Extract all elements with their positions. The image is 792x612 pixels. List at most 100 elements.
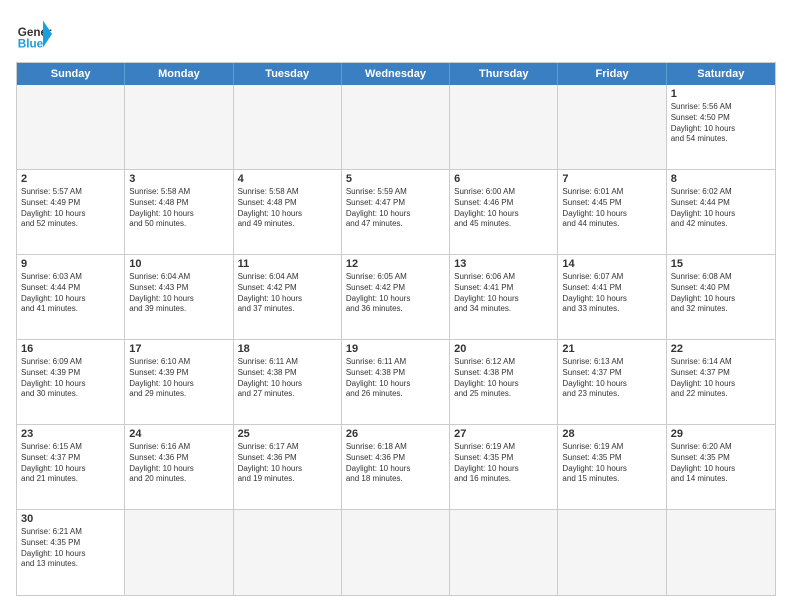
cell-day-number: 8 [671, 173, 771, 185]
calendar-cell: 25 Sunrise: 6:17 AM Sunset: 4:36 PM Dayli… [234, 425, 342, 509]
calendar-cell: 29Sunrise: 6:20 AM Sunset: 4:35 PM Dayli… [667, 425, 775, 509]
calendar-grid: 1Sunrise: 5:56 AM Sunset: 4:50 PM Daylig… [17, 85, 775, 595]
page: General Blue SundayMondayTuesdayWednesda… [0, 0, 792, 612]
calendar-cell: 11Sunrise: 6:04 AM Sunset: 4:42 PM Dayli… [234, 255, 342, 339]
cell-info: Sunrise: 6:06 AM Sunset: 4:41 PM Dayligh… [454, 272, 553, 315]
day-header: Friday [558, 63, 666, 85]
cell-info: Sunrise: 5:56 AM Sunset: 4:50 PM Dayligh… [671, 102, 771, 145]
calendar-cell: 20Sunrise: 6:12 AM Sunset: 4:38 PM Dayli… [450, 340, 558, 424]
calendar-cell: 12 Sunrise: 6:05 AM Sunset: 4:42 PM Dayli… [342, 255, 450, 339]
cell-day-number: 30 [21, 513, 120, 525]
cell-day-number: 22 [671, 343, 771, 355]
cell-day-number: 5 [346, 173, 445, 185]
calendar-cell: 9 Sunrise: 6:03 AM Sunset: 4:44 PM Daylig… [17, 255, 125, 339]
calendar-cell: 15 Sunrise: 6:08 AM Sunset: 4:40 PM Dayli… [667, 255, 775, 339]
calendar-cell [125, 510, 233, 595]
calendar-cell [342, 85, 450, 169]
cell-info: Sunrise: 6:02 AM Sunset: 4:44 PM Dayligh… [671, 187, 771, 230]
calendar-cell: 23Sunrise: 6:15 AM Sunset: 4:37 PM Dayli… [17, 425, 125, 509]
cell-day-number: 2 [21, 173, 120, 185]
cell-day-number: 28 [562, 428, 661, 440]
cell-info: Sunrise: 6:04 AM Sunset: 4:43 PM Dayligh… [129, 272, 228, 315]
cell-info: Sunrise: 6:13 AM Sunset: 4:37 PM Dayligh… [562, 357, 661, 400]
day-headers: SundayMondayTuesdayWednesdayThursdayFrid… [17, 63, 775, 85]
calendar-cell: 6 Sunrise: 6:00 AM Sunset: 4:46 PM Daylig… [450, 170, 558, 254]
cell-day-number: 15 [671, 258, 771, 270]
calendar-cell: 19Sunrise: 6:11 AM Sunset: 4:38 PM Dayli… [342, 340, 450, 424]
calendar-cell: 16 Sunrise: 6:09 AM Sunset: 4:39 PM Dayli… [17, 340, 125, 424]
calendar-cell: 7 Sunrise: 6:01 AM Sunset: 4:45 PM Daylig… [558, 170, 666, 254]
cell-info: Sunrise: 6:00 AM Sunset: 4:46 PM Dayligh… [454, 187, 553, 230]
cell-day-number: 9 [21, 258, 120, 270]
calendar-cell [450, 510, 558, 595]
cell-info: Sunrise: 6:12 AM Sunset: 4:38 PM Dayligh… [454, 357, 553, 400]
day-header: Tuesday [234, 63, 342, 85]
cell-info: Sunrise: 6:05 AM Sunset: 4:42 PM Dayligh… [346, 272, 445, 315]
calendar-cell: 30 Sunrise: 6:21 AM Sunset: 4:35 PM Dayli… [17, 510, 125, 595]
calendar-cell: 8 Sunrise: 6:02 AM Sunset: 4:44 PM Daylig… [667, 170, 775, 254]
calendar-cell [17, 85, 125, 169]
calendar-cell: 13 Sunrise: 6:06 AM Sunset: 4:41 PM Dayli… [450, 255, 558, 339]
cell-info: Sunrise: 5:57 AM Sunset: 4:49 PM Dayligh… [21, 187, 120, 230]
cell-info: Sunrise: 6:03 AM Sunset: 4:44 PM Dayligh… [21, 272, 120, 315]
cell-day-number: 7 [562, 173, 661, 185]
cell-day-number: 10 [129, 258, 228, 270]
calendar-cell: 2 Sunrise: 5:57 AM Sunset: 4:49 PM Daylig… [17, 170, 125, 254]
cell-info: Sunrise: 6:19 AM Sunset: 4:35 PM Dayligh… [562, 442, 661, 485]
calendar-cell [234, 510, 342, 595]
cell-day-number: 21 [562, 343, 661, 355]
calendar-cell: 28 Sunrise: 6:19 AM Sunset: 4:35 PM Dayli… [558, 425, 666, 509]
day-header: Sunday [17, 63, 125, 85]
svg-text:Blue: Blue [18, 38, 44, 51]
cell-info: Sunrise: 6:15 AM Sunset: 4:37 PM Dayligh… [21, 442, 120, 485]
cell-day-number: 24 [129, 428, 228, 440]
cell-day-number: 16 [21, 343, 120, 355]
cell-day-number: 13 [454, 258, 553, 270]
calendar-cell: 21 Sunrise: 6:13 AM Sunset: 4:37 PM Dayli… [558, 340, 666, 424]
cell-info: Sunrise: 6:01 AM Sunset: 4:45 PM Dayligh… [562, 187, 661, 230]
cell-day-number: 14 [562, 258, 661, 270]
cell-day-number: 17 [129, 343, 228, 355]
cell-info: Sunrise: 6:16 AM Sunset: 4:36 PM Dayligh… [129, 442, 228, 485]
calendar-cell: 27 Sunrise: 6:19 AM Sunset: 4:35 PM Dayli… [450, 425, 558, 509]
cell-info: Sunrise: 6:21 AM Sunset: 4:35 PM Dayligh… [21, 527, 120, 570]
calendar-cell [125, 85, 233, 169]
calendar-cell: 26Sunrise: 6:18 AM Sunset: 4:36 PM Dayli… [342, 425, 450, 509]
cell-info: Sunrise: 6:09 AM Sunset: 4:39 PM Dayligh… [21, 357, 120, 400]
cell-day-number: 27 [454, 428, 553, 440]
cell-info: Sunrise: 6:08 AM Sunset: 4:40 PM Dayligh… [671, 272, 771, 315]
cell-info: Sunrise: 6:10 AM Sunset: 4:39 PM Dayligh… [129, 357, 228, 400]
cell-info: Sunrise: 6:07 AM Sunset: 4:41 PM Dayligh… [562, 272, 661, 315]
calendar-cell [450, 85, 558, 169]
logo-icon: General Blue [16, 16, 52, 52]
calendar-cell [667, 510, 775, 595]
calendar-cell [234, 85, 342, 169]
cell-info: Sunrise: 5:59 AM Sunset: 4:47 PM Dayligh… [346, 187, 445, 230]
calendar-cell: 3Sunrise: 5:58 AM Sunset: 4:48 PM Daylig… [125, 170, 233, 254]
cell-info: Sunrise: 6:11 AM Sunset: 4:38 PM Dayligh… [346, 357, 445, 400]
cell-day-number: 25 [238, 428, 337, 440]
day-header: Saturday [667, 63, 775, 85]
day-header: Thursday [450, 63, 558, 85]
cell-day-number: 6 [454, 173, 553, 185]
cell-day-number: 12 [346, 258, 445, 270]
cell-day-number: 3 [129, 173, 228, 185]
cell-day-number: 29 [671, 428, 771, 440]
cell-day-number: 11 [238, 258, 337, 270]
cell-info: Sunrise: 6:17 AM Sunset: 4:36 PM Dayligh… [238, 442, 337, 485]
calendar-cell [342, 510, 450, 595]
cell-info: Sunrise: 5:58 AM Sunset: 4:48 PM Dayligh… [238, 187, 337, 230]
calendar-cell [558, 85, 666, 169]
calendar-row: 1Sunrise: 5:56 AM Sunset: 4:50 PM Daylig… [17, 85, 775, 170]
calendar-row: 30 Sunrise: 6:21 AM Sunset: 4:35 PM Dayli… [17, 510, 775, 595]
calendar-cell: 22Sunrise: 6:14 AM Sunset: 4:37 PM Dayli… [667, 340, 775, 424]
cell-info: Sunrise: 6:19 AM Sunset: 4:35 PM Dayligh… [454, 442, 553, 485]
header: General Blue [16, 16, 776, 52]
calendar-cell: 10 Sunrise: 6:04 AM Sunset: 4:43 PM Dayli… [125, 255, 233, 339]
day-header: Wednesday [342, 63, 450, 85]
calendar-cell: 17 Sunrise: 6:10 AM Sunset: 4:39 PM Dayli… [125, 340, 233, 424]
calendar-row: 16 Sunrise: 6:09 AM Sunset: 4:39 PM Dayli… [17, 340, 775, 425]
calendar-cell: 24 Sunrise: 6:16 AM Sunset: 4:36 PM Dayli… [125, 425, 233, 509]
calendar-cell [558, 510, 666, 595]
logo: General Blue [16, 16, 52, 52]
